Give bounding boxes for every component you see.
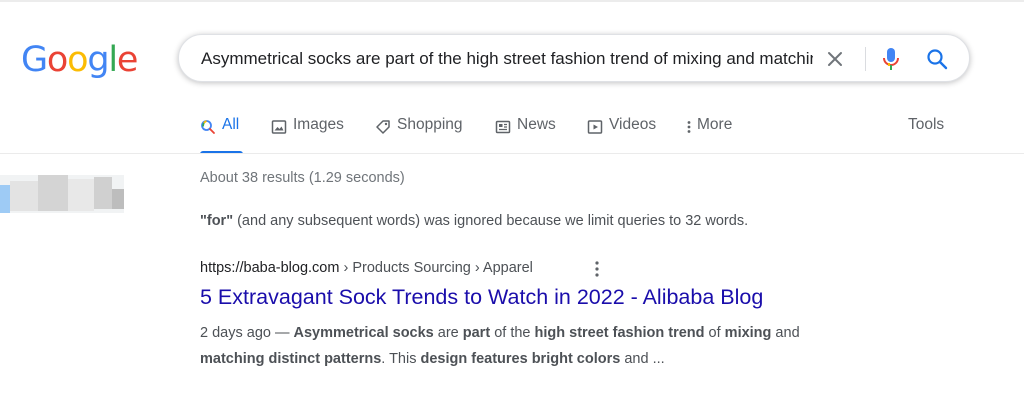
- blurred-image: [0, 175, 124, 213]
- more-vert-icon: [687, 121, 691, 133]
- snippet-text: . This: [381, 351, 421, 367]
- tab-images[interactable]: Images: [271, 116, 344, 154]
- snippet-text: of: [704, 325, 725, 341]
- snippet-highlight: mixing: [724, 325, 772, 341]
- tab-news[interactable]: News: [495, 116, 556, 154]
- tab-label: All: [222, 116, 240, 133]
- ignored-notice-text: (and any subsequent words) was ignored b…: [233, 213, 749, 229]
- result-breadcrumbs: › Products Sourcing › Apparel: [339, 260, 533, 276]
- snippet-text: are: [433, 325, 463, 341]
- ignored-words-notice: "for" (and any subsequent words) was ign…: [200, 213, 748, 229]
- result-snippet: 2 days ago — Asymmetrical socks are part…: [200, 320, 860, 372]
- tab-more[interactable]: More: [685, 116, 732, 154]
- play-icon: [587, 120, 603, 134]
- result-url[interactable]: https://baba-blog.com › Products Sourcin…: [200, 260, 533, 276]
- more-vert-icon[interactable]: [590, 259, 604, 279]
- search-divider: [865, 47, 866, 71]
- logo-letter: e: [116, 40, 139, 80]
- snippet-highlight: matching distinct patterns: [200, 351, 382, 367]
- logo-letter: g: [87, 40, 109, 80]
- snippet-text: and: [771, 325, 800, 341]
- tabs-divider: [0, 153, 1024, 154]
- tab-label: More: [697, 116, 733, 133]
- image-icon: [271, 120, 287, 134]
- snippet-highlight: part: [462, 325, 491, 341]
- result-stats: About 38 results (1.29 seconds): [200, 170, 405, 186]
- top-divider: [0, 0, 1024, 2]
- snippet-text: and ...: [620, 351, 665, 367]
- tools-button[interactable]: Tools: [908, 116, 944, 134]
- snippet-text: 2 days ago —: [200, 325, 294, 341]
- result-title-link[interactable]: 5 Extravagant Sock Trends to Watch in 20…: [200, 285, 763, 310]
- logo-letter: G: [21, 40, 48, 80]
- search-icon[interactable]: [925, 47, 949, 71]
- tab-label: Videos: [609, 116, 657, 133]
- result-domain: https://baba-blog.com: [200, 260, 340, 276]
- snippet-highlight: Asymmetrical socks: [293, 325, 434, 341]
- close-icon[interactable]: [823, 47, 847, 71]
- tab-videos[interactable]: Videos: [587, 116, 656, 154]
- google-logo[interactable]: Google: [21, 38, 139, 82]
- microphone-icon[interactable]: [879, 46, 903, 72]
- tab-shopping[interactable]: Shopping: [375, 116, 463, 154]
- newspaper-icon: [495, 120, 511, 134]
- snippet-highlight: high street fashion trend: [534, 325, 705, 341]
- tag-icon: [376, 120, 390, 134]
- tab-label: Shopping: [397, 116, 463, 133]
- logo-letter: o: [67, 40, 88, 80]
- logo-letter: l: [108, 40, 118, 80]
- tab-all[interactable]: All: [200, 116, 243, 154]
- ignored-word: "for": [200, 213, 234, 229]
- search-input[interactable]: Asymmetrical socks are part of the high …: [201, 49, 813, 71]
- search-box[interactable]: Asymmetrical socks are part of the high …: [178, 34, 970, 82]
- logo-letter: o: [46, 40, 68, 80]
- snippet-highlight: design features bright colors: [420, 351, 621, 367]
- tab-label: Images: [293, 116, 344, 133]
- snippet-text: of the: [490, 325, 535, 341]
- search-icon: [201, 120, 215, 134]
- tab-label: News: [517, 116, 556, 133]
